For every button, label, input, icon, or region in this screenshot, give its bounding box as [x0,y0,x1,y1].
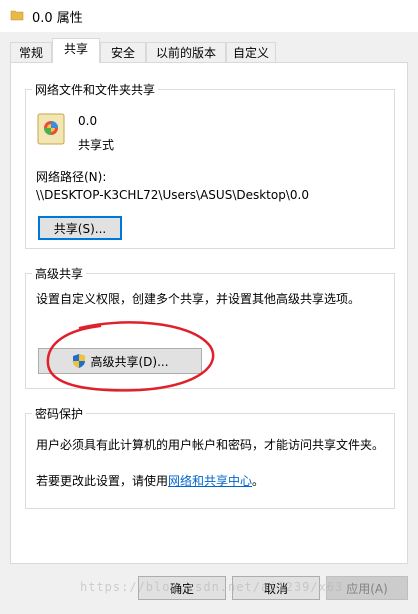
advanced-share-button-label: 高级共享(D)... [90,354,169,369]
network-path-value: \\DESKTOP-K3CHL72\Users\ASUS\Desktop\0.0 [36,188,309,202]
folder-name: 0.0 [78,114,98,128]
tab-security[interactable]: 安全 [100,42,146,62]
tab-sharing[interactable]: 共享 [52,38,100,63]
folder-icon [10,10,24,21]
watermark: https://blog.csdn.net/ai1239/x63 [80,580,344,594]
advanced-share-group: 高级共享 设置自定义权限，创建多个共享，并设置其他高级共享选项。 高级共享(D)… [25,265,395,389]
uac-shield-icon [73,354,86,368]
tab-previous-versions[interactable]: 以前的版本 [146,42,226,62]
network-share-title: 网络文件和文件夹共享 [32,81,159,98]
password-protection-description: 用户必须具有此计算机的用户帐户和密码，才能访问共享文件夹。 [36,438,385,452]
network-sharing-center-link[interactable]: 网络和共享中心 [168,474,252,488]
tab-general[interactable]: 常规 [10,42,52,62]
shared-folder-icon [37,113,65,145]
advanced-share-title: 高级共享 [32,265,87,282]
password-protection-group: 密码保护 用户必须具有此计算机的用户帐户和密码，才能访问共享文件夹。 若要更改此… [25,405,395,509]
advanced-share-button[interactable]: 高级共享(D)... [38,348,202,374]
change-suffix: 。 [252,474,265,488]
network-path-label: 网络路径(N): [36,170,107,184]
share-button[interactable]: 共享(S)... [38,216,122,240]
tab-customize[interactable]: 自定义 [226,42,276,62]
advanced-share-description: 设置自定义权限，创建多个共享，并设置其他高级共享选项。 [36,292,361,306]
window-title: 0.0 属性 [32,11,83,26]
network-share-group: 网络文件和文件夹共享 0.0 共享式 网络路径(N): \\DESKTOP-K3… [25,81,395,249]
change-prefix: 若要更改此设置，请使用 [36,474,169,488]
password-change-hint: 若要更改此设置，请使用网络和共享中心。 [36,472,264,489]
sharing-panel: 网络文件和文件夹共享 0.0 共享式 网络路径(N): \\DESKTOP-K3… [10,62,408,564]
title-bar: 0.0 属性 [0,0,418,32]
password-protection-title: 密码保护 [32,405,87,422]
tab-strip: 常规 共享 安全 以前的版本 自定义 [0,38,418,63]
share-status: 共享式 [78,138,115,152]
